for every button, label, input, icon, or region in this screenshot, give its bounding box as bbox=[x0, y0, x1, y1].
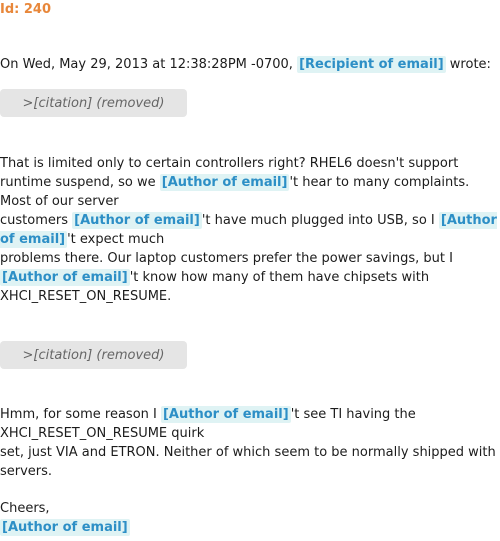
p2-text-3: set, just VIA and ETRON. Neither of whic… bbox=[0, 445, 496, 479]
p1-text-4: 't have much plugged into USB, so I bbox=[201, 213, 439, 228]
author-tag: [Author of email] bbox=[72, 212, 202, 229]
body-paragraph-1: That is limited only to certain controll… bbox=[0, 154, 500, 306]
citation-block: >[citation] (removed) bbox=[0, 341, 187, 369]
p1-text-5: 't expect much bbox=[67, 232, 165, 247]
reply-header-suffix: wrote: bbox=[445, 57, 491, 72]
author-tag: [Author of email] bbox=[0, 269, 130, 286]
p2-text-1: Hmm, for some reason I bbox=[0, 407, 161, 422]
author-tag: [Author of email] bbox=[159, 174, 290, 191]
p1-text-7: 't know how many of them have chipsets w… bbox=[129, 270, 430, 285]
reply-header-line: On Wed, May 29, 2013 at 12:38:28PM -0700… bbox=[0, 55, 500, 74]
signoff-text: Cheers, bbox=[0, 501, 50, 516]
email-id: Id: 240 bbox=[0, 2, 52, 17]
author-tag: [Author of email] bbox=[160, 406, 291, 423]
citation-block: >[citation] (removed) bbox=[0, 89, 187, 117]
body-paragraph-2: Hmm, for some reason I [Author of email]… bbox=[0, 405, 500, 481]
reply-header-prefix: On Wed, May 29, 2013 at 12:38:28PM -0700… bbox=[0, 57, 298, 72]
signoff-block: Cheers, [Author of email] bbox=[0, 499, 500, 537]
author-tag: [Author of email] bbox=[0, 519, 130, 536]
p1-text-3: customers bbox=[0, 213, 73, 228]
p1-text-6: problems there. Our laptop customers pre… bbox=[0, 251, 453, 266]
recipient-tag: [Recipient of email] bbox=[297, 56, 446, 73]
p1-text-8: XHCI_RESET_ON_RESUME. bbox=[0, 289, 172, 304]
